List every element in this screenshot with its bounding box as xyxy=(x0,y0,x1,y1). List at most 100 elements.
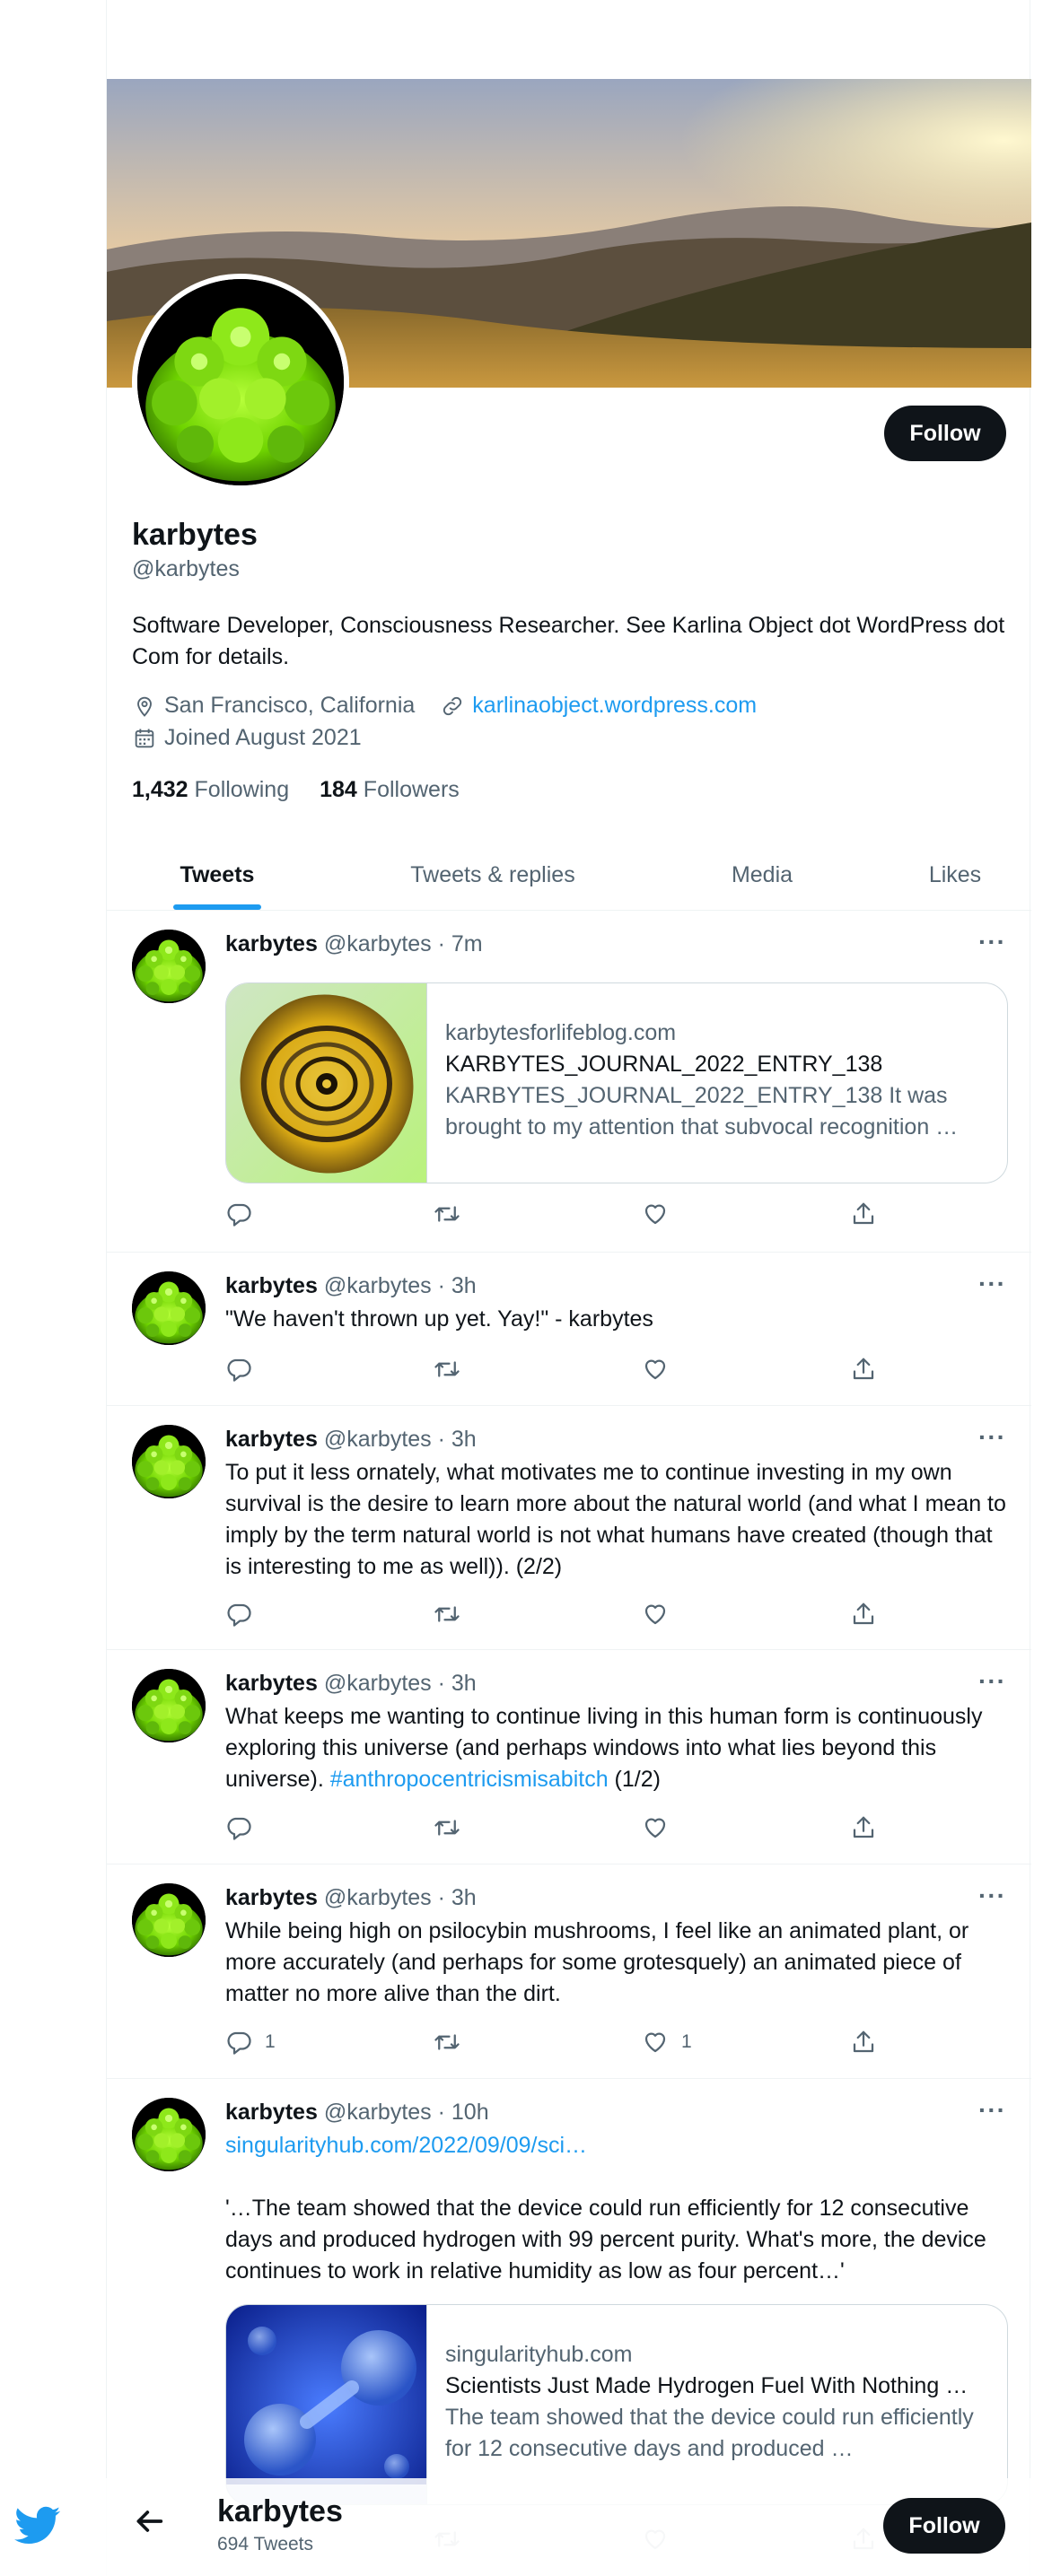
tweet-avatar[interactable] xyxy=(132,1271,206,1345)
back-arrow-icon[interactable] xyxy=(131,2503,167,2539)
like-count: 1 xyxy=(681,2031,692,2052)
like-icon xyxy=(642,1601,669,1628)
twitter-bird-icon[interactable] xyxy=(14,2502,61,2548)
retweet-button[interactable] xyxy=(434,2029,460,2056)
tweet[interactable]: karbytes @karbytes · 3h ··· While being … xyxy=(107,1865,1031,2079)
more-icon[interactable]: ··· xyxy=(978,1423,1006,1452)
tweet-avatar[interactable] xyxy=(132,1669,206,1742)
following-link[interactable]: 1,432 Following xyxy=(132,777,289,803)
reply-icon xyxy=(225,2029,252,2056)
reply-button[interactable] xyxy=(225,1814,265,1841)
tweet-text: '…The team showed that the device could … xyxy=(225,2196,986,2283)
more-icon[interactable]: ··· xyxy=(978,1667,1006,1696)
reply-count: 1 xyxy=(265,2031,276,2052)
link-icon xyxy=(443,696,462,715)
tab-likes[interactable]: Likes xyxy=(897,839,1013,911)
tweet-header: karbytes @karbytes · 3h xyxy=(225,1671,477,1697)
tweet-avatar[interactable] xyxy=(132,2098,206,2171)
tweet-author-name[interactable]: karbytes xyxy=(225,931,318,956)
retweet-button[interactable] xyxy=(434,1356,460,1383)
tweet-author-name[interactable]: karbytes xyxy=(225,1885,318,1910)
share-button[interactable] xyxy=(850,1814,877,1841)
tweet[interactable]: karbytes @karbytes · 3h ··· What keeps m… xyxy=(107,1651,1031,1864)
link-card-domain: karbytesforlifeblog.com xyxy=(445,1020,677,1045)
follow-button[interactable]: Follow xyxy=(884,406,1006,461)
tweet-meta: @karbytes · 7m xyxy=(323,931,483,956)
like-button[interactable] xyxy=(642,1356,681,1383)
tweet-author-name[interactable]: karbytes xyxy=(225,1671,318,1696)
tweet-link[interactable]: singularityhub.com/2022/09/09/sci… xyxy=(225,2133,587,2158)
share-button[interactable] xyxy=(850,1356,877,1383)
profile-avatar[interactable] xyxy=(132,274,349,491)
tweet-meta: @karbytes · 10h xyxy=(323,2100,489,2125)
reply-icon xyxy=(225,1814,252,1841)
like-button[interactable] xyxy=(642,1814,681,1841)
retweet-icon xyxy=(434,1201,460,1227)
tweet[interactable]: karbytes @karbytes · 3h ··· "We haven't … xyxy=(107,1253,1031,1406)
tweet-meta: @karbytes · 3h xyxy=(323,1671,477,1696)
tweet-text: "We haven't thrown up yet. Yay!" - karby… xyxy=(225,1306,653,1332)
share-icon xyxy=(850,1356,877,1383)
tweet-actions xyxy=(225,1814,907,1847)
like-icon xyxy=(642,2029,669,2056)
reply-icon xyxy=(225,1356,252,1383)
tweet-actions xyxy=(225,1601,907,1633)
tweet-text: While being high on psilocybin mushrooms… xyxy=(225,1918,969,2006)
more-icon[interactable]: ··· xyxy=(978,1270,1006,1298)
reply-icon xyxy=(225,1601,252,1628)
follow-stats: 1,432 Following 184 Followers xyxy=(132,777,460,803)
retweet-button[interactable] xyxy=(434,1201,460,1227)
share-icon xyxy=(850,1201,877,1227)
share-button[interactable] xyxy=(850,1601,877,1628)
profile-bio: Software Developer, Consciousness Resear… xyxy=(132,613,1005,669)
like-icon xyxy=(642,1814,669,1841)
tweet-avatar[interactable] xyxy=(132,930,206,1003)
followers-link[interactable]: 184 Followers xyxy=(320,777,460,803)
tweet-text: What keeps me wanting to continue living… xyxy=(225,1704,983,1792)
tweet-actions: 1 1 xyxy=(225,2029,907,2061)
retweet-icon xyxy=(434,1601,460,1628)
tab-tweets-and-replies[interactable]: Tweets & replies xyxy=(376,839,609,911)
tab-media[interactable]: Media xyxy=(699,839,825,911)
tweet-avatar[interactable] xyxy=(132,1425,206,1498)
like-button[interactable] xyxy=(642,1601,681,1628)
more-icon[interactable]: ··· xyxy=(978,2096,1006,2125)
profile-website-link[interactable]: karlinaobject.wordpress.com xyxy=(472,693,757,719)
like-icon xyxy=(642,1201,669,1227)
tweet-author-name[interactable]: karbytes xyxy=(225,1427,318,1452)
like-button[interactable]: 1 xyxy=(642,2029,692,2056)
profile-joined: Joined August 2021 xyxy=(164,725,362,750)
more-icon[interactable]: ··· xyxy=(978,1882,1006,1910)
link-card[interactable]: singularityhub.com Scientists Just Made … xyxy=(225,2304,1008,2505)
profile-joined-row: Joined August 2021 xyxy=(132,725,362,751)
follow-button-bottom[interactable]: Follow xyxy=(883,2498,1005,2554)
reply-button[interactable]: 1 xyxy=(225,2029,276,2056)
retweet-button[interactable] xyxy=(434,1814,460,1841)
link-card[interactable]: karbytesforlifeblog.com KARBYTES_JOURNAL… xyxy=(225,982,1008,1183)
tweet-actions xyxy=(225,1201,907,1233)
share-button[interactable] xyxy=(850,2029,877,2056)
share-button[interactable] xyxy=(850,1201,877,1227)
tweet[interactable]: karbytes @karbytes · 3h ··· To put it le… xyxy=(107,1407,1031,1650)
like-button[interactable] xyxy=(642,1201,681,1227)
tab-tweets[interactable]: Tweets xyxy=(134,839,301,911)
tweet[interactable]: karbytes @karbytes · 7m ··· karbytesforl… xyxy=(107,912,1031,1253)
tweet-header: karbytes @karbytes · 10h xyxy=(225,2100,489,2126)
reply-button[interactable] xyxy=(225,1601,265,1628)
tweet-author-name[interactable]: karbytes xyxy=(225,2100,318,2125)
calendar-icon xyxy=(135,729,154,747)
reply-button[interactable] xyxy=(225,1356,265,1383)
tweet-header: karbytes @karbytes · 3h xyxy=(225,1427,477,1453)
reply-icon xyxy=(225,1201,252,1227)
tweet-header: karbytes @karbytes · 3h xyxy=(225,1273,477,1299)
retweet-button[interactable] xyxy=(434,1601,460,1628)
reply-button[interactable] xyxy=(225,1201,265,1227)
tweet-author-name[interactable]: karbytes xyxy=(225,1273,318,1298)
more-icon[interactable]: ··· xyxy=(978,928,1006,956)
active-tab-indicator xyxy=(173,904,261,910)
link-card-description: The team showed that the device could ru… xyxy=(445,2405,974,2461)
location-pin-icon xyxy=(137,696,152,717)
tweet-avatar[interactable] xyxy=(132,1883,206,1957)
profile-column: Follow karbytes @karbytes Software Devel… xyxy=(106,0,1031,2576)
hashtag-link[interactable]: #anthropocentricismisabitch xyxy=(330,1767,609,1792)
